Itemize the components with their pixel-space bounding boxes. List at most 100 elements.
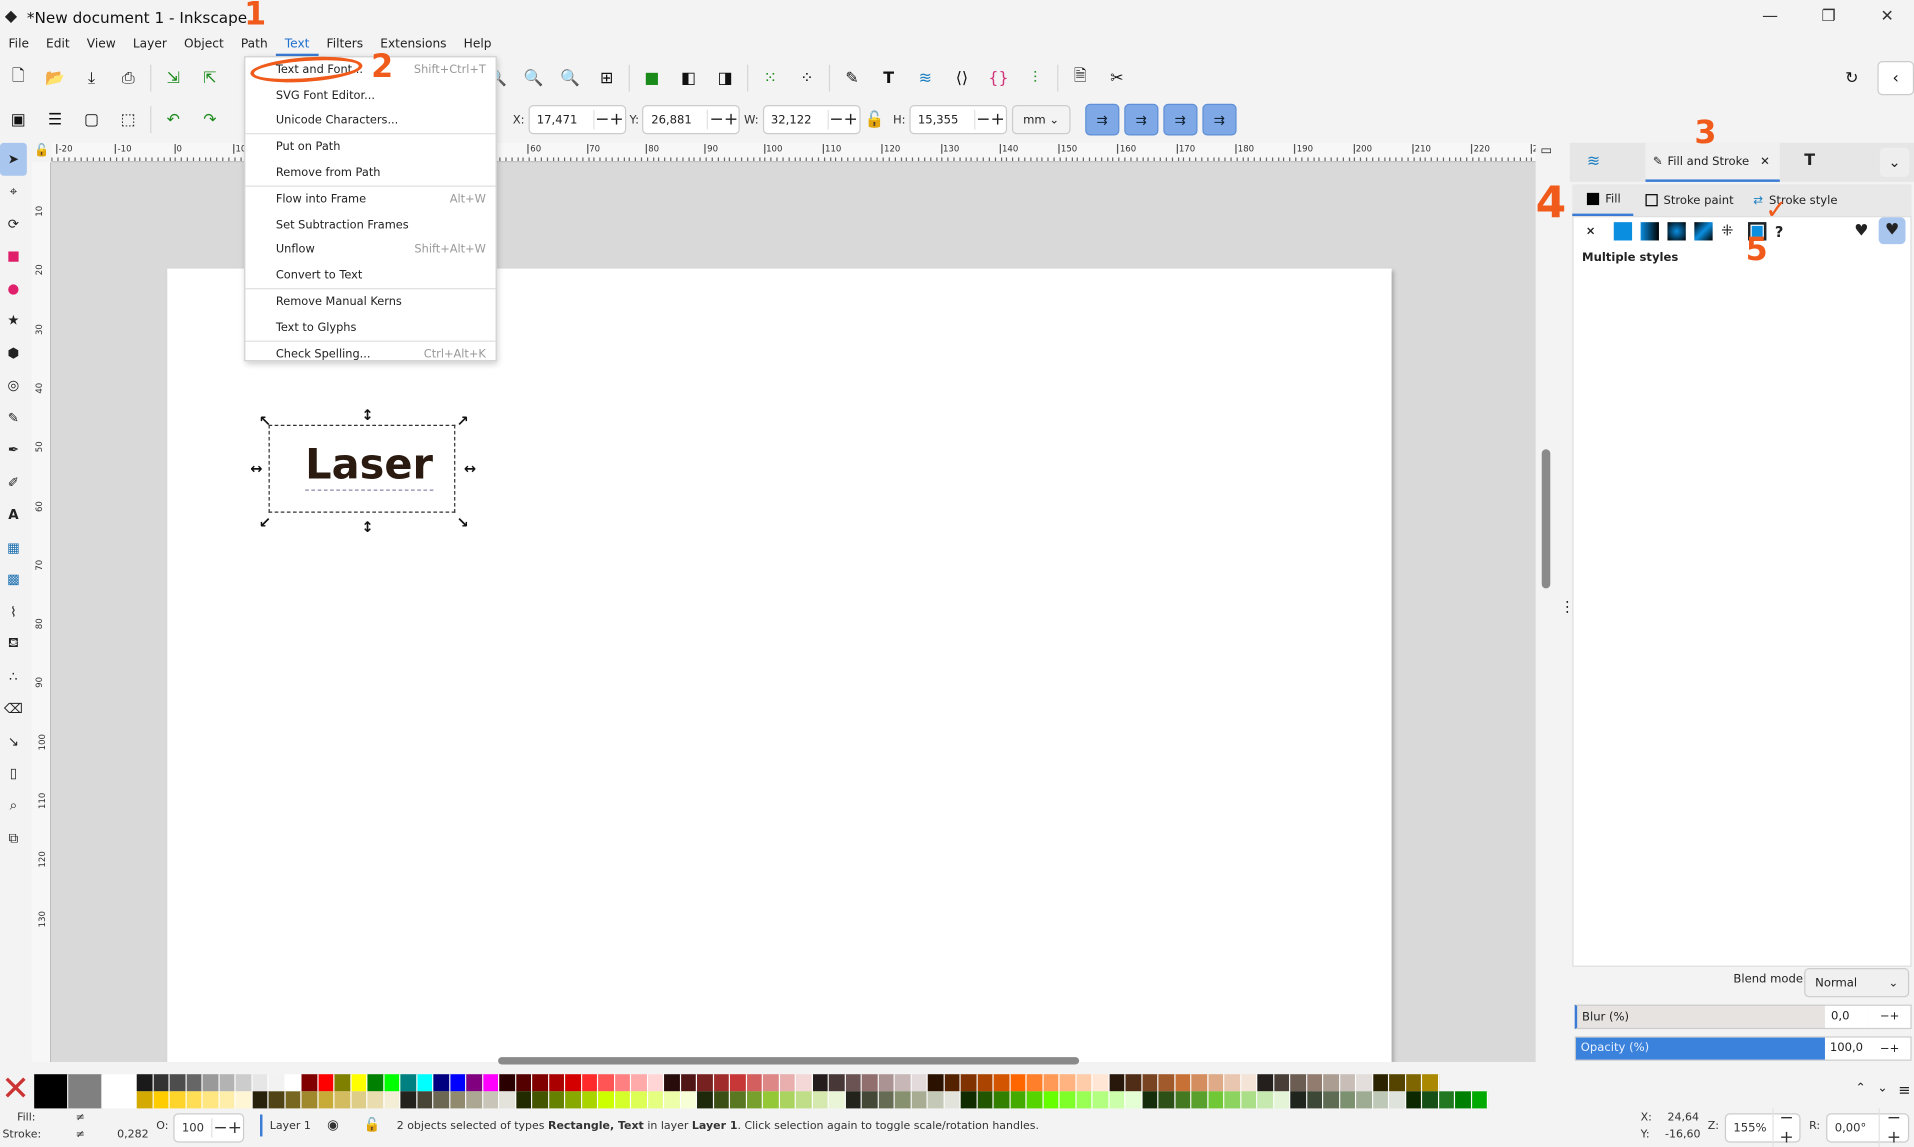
palette-menu-icon[interactable]: ≡ <box>1898 1082 1910 1099</box>
measure-tool-icon[interactable]: ⧉ <box>0 822 27 854</box>
y-field[interactable]: 26,881 −+ <box>642 104 741 135</box>
color-swatch[interactable] <box>729 1091 747 1109</box>
ungroup-icon[interactable]: ⁘ <box>789 61 826 95</box>
rotate-cw-icon[interactable]: ↷ <box>192 103 229 137</box>
color-swatch[interactable] <box>664 1091 681 1109</box>
color-swatch[interactable] <box>1422 1091 1439 1109</box>
import-icon[interactable]: ⇲ <box>155 61 192 95</box>
color-swatch[interactable] <box>466 1074 483 1092</box>
color-swatch[interactable] <box>1405 1074 1423 1092</box>
color-swatch[interactable] <box>713 1074 730 1092</box>
color-swatch[interactable] <box>1422 1074 1439 1092</box>
color-swatch[interactable] <box>911 1091 928 1109</box>
palette-scroll-up-icon[interactable]: ⌃ <box>1855 1082 1865 1095</box>
spiral-tool-icon[interactable]: ◎ <box>0 369 27 401</box>
color-swatch[interactable] <box>779 1074 796 1092</box>
lock-guides-icon[interactable]: 🔓 <box>34 144 49 157</box>
rectangle-tool-icon[interactable]: ■ <box>0 240 27 272</box>
color-swatch[interactable] <box>812 1091 829 1109</box>
pattern-button[interactable]: ⁜ <box>1721 222 1739 240</box>
color-swatch[interactable] <box>1174 1091 1192 1109</box>
expand-panel-icon[interactable]: ‹ <box>1877 61 1914 96</box>
opacity-slider[interactable]: Opacity (%) 100,0 −+ <box>1574 1036 1912 1061</box>
text-tool-icon[interactable]: A <box>0 499 27 531</box>
menu-help[interactable]: Help <box>455 34 500 56</box>
color-swatch[interactable] <box>1273 1091 1291 1109</box>
color-swatch[interactable] <box>795 1091 813 1109</box>
xml-editor-icon[interactable]: ⟨⟩ <box>944 61 981 95</box>
color-swatch[interactable] <box>219 1091 236 1109</box>
vertical-scrollbar[interactable] <box>1541 449 1551 589</box>
spray-tool-icon[interactable]: ∴ <box>0 660 27 692</box>
color-swatch[interactable] <box>532 1091 549 1109</box>
select-all-layers-icon[interactable]: ☰ <box>37 103 74 137</box>
color-swatch[interactable] <box>1109 1074 1126 1092</box>
zoom-field[interactable]: 155% −+ <box>1724 1108 1801 1147</box>
color-swatch[interactable] <box>1158 1091 1175 1109</box>
color-swatch[interactable] <box>1141 1091 1159 1109</box>
color-swatch[interactable] <box>565 1074 582 1092</box>
color-swatch[interactable] <box>845 1091 862 1109</box>
menu-item-unicode-characters[interactable]: Unicode Characters... <box>245 108 495 133</box>
color-swatch[interactable] <box>1043 1091 1060 1109</box>
color-swatch[interactable] <box>317 1074 335 1092</box>
ellipse-tool-icon[interactable]: ● <box>0 272 27 304</box>
color-swatch[interactable] <box>680 1074 698 1092</box>
color-swatch[interactable] <box>664 1074 681 1092</box>
color-swatch[interactable] <box>317 1091 335 1109</box>
color-swatch[interactable] <box>334 1091 351 1109</box>
color-swatch[interactable] <box>482 1091 500 1109</box>
color-swatch[interactable] <box>1092 1091 1110 1109</box>
menu-item-unflow[interactable]: Unflow Shift+Alt+W <box>245 238 495 263</box>
color-swatch[interactable] <box>1356 1091 1373 1109</box>
w-stepper[interactable]: −+ <box>827 109 859 130</box>
color-swatch[interactable] <box>219 1074 236 1092</box>
color-swatch[interactable] <box>779 1091 796 1109</box>
zoom-drawing-icon[interactable]: 🔍 <box>515 61 552 95</box>
3d-box-tool-icon[interactable]: ⬢ <box>0 337 27 369</box>
scale-stroke-button[interactable]: ⇉ <box>1085 103 1120 136</box>
color-swatch[interactable] <box>515 1074 533 1092</box>
color-swatch[interactable] <box>828 1091 846 1109</box>
close-tab-icon[interactable]: ✕ <box>1760 154 1770 167</box>
palette-scroll-down-icon[interactable]: ⌄ <box>1877 1082 1887 1095</box>
color-swatch[interactable] <box>532 1074 549 1092</box>
menu-item-remove-manual-kerns[interactable]: Remove Manual Kerns <box>245 290 495 315</box>
color-swatch[interactable] <box>1026 1091 1044 1109</box>
color-swatch[interactable] <box>1290 1091 1307 1109</box>
color-swatch[interactable] <box>746 1091 763 1109</box>
color-swatch[interactable] <box>1290 1074 1307 1092</box>
color-swatch[interactable] <box>762 1074 780 1092</box>
color-swatch[interactable] <box>1076 1074 1093 1092</box>
color-swatch[interactable] <box>68 1074 103 1109</box>
color-swatch[interactable] <box>433 1091 450 1109</box>
color-swatch[interactable] <box>1174 1074 1192 1092</box>
transform-patterns-button[interactable]: ⇉ <box>1202 103 1237 136</box>
color-swatch[interactable] <box>697 1074 714 1092</box>
display-mode-icon[interactable]: ▭ <box>1541 144 1553 157</box>
color-swatch[interactable] <box>400 1091 417 1109</box>
color-swatch[interactable] <box>878 1091 895 1109</box>
color-swatch[interactable] <box>581 1091 599 1109</box>
opacity-field[interactable]: 100 −+ <box>173 1113 245 1143</box>
color-swatch[interactable] <box>1141 1074 1159 1092</box>
color-swatch[interactable] <box>235 1074 253 1092</box>
color-swatch[interactable] <box>598 1091 615 1109</box>
color-swatch[interactable] <box>301 1091 318 1109</box>
zoom-page-icon[interactable]: 🔍 <box>552 61 589 95</box>
color-swatch[interactable] <box>285 1074 302 1092</box>
color-swatch[interactable] <box>334 1074 351 1092</box>
color-swatch[interactable] <box>350 1091 368 1109</box>
menu-edit[interactable]: Edit <box>38 34 79 56</box>
color-swatch[interactable] <box>927 1074 945 1092</box>
color-swatch[interactable] <box>367 1091 384 1109</box>
transform-gradients-button[interactable]: ⇉ <box>1163 103 1198 136</box>
color-swatch[interactable] <box>400 1074 417 1092</box>
color-swatch[interactable] <box>1010 1074 1027 1092</box>
transform-handle[interactable]: ↙ <box>259 514 271 531</box>
transform-handle[interactable]: ↖ <box>259 413 271 430</box>
color-swatch[interactable] <box>169 1074 187 1092</box>
zoom-center-icon[interactable]: ⊞ <box>588 61 625 95</box>
color-swatch[interactable] <box>1389 1091 1406 1109</box>
blur-value[interactable]: 0,0 <box>1824 1005 1869 1028</box>
